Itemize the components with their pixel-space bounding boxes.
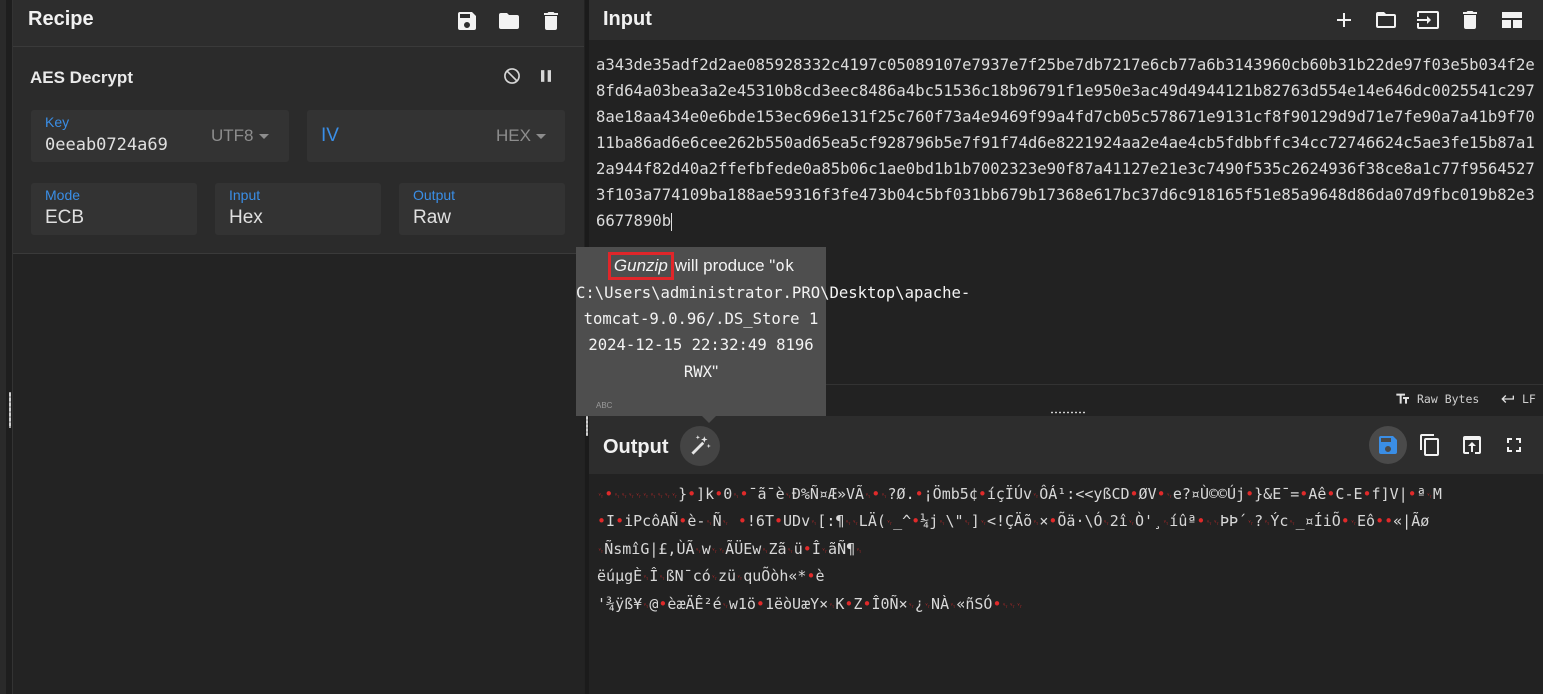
operation-title: AES Decrypt	[30, 68, 133, 87]
key-input[interactable]: 0eeab0724a69	[45, 135, 168, 155]
save-icon	[458, 12, 476, 30]
mode-value: ECB	[45, 207, 85, 228]
tooltip-operation-name[interactable]: Gunzip	[607, 252, 674, 280]
input-header: Input	[589, 0, 1543, 40]
mode-label: Mode	[45, 187, 81, 203]
maximize-output-button[interactable]	[1495, 426, 1533, 464]
recipe-title: Recipe	[28, 8, 94, 30]
input-textarea[interactable]: a343de35adf2d2ae085928332c4197c05089107e…	[596, 52, 1540, 234]
pause-operation-button[interactable]	[535, 65, 557, 87]
disable-icon	[504, 68, 520, 84]
input-content: a343de35adf2d2ae085928332c4197c05089107e…	[596, 56, 1535, 230]
key-field[interactable]: Key 0eeab0724a69 UTF8	[31, 110, 289, 162]
mode-select[interactable]: Mode ECB	[31, 183, 197, 235]
folder-icon	[499, 13, 519, 29]
input-title: Input	[603, 8, 652, 30]
magic-wand-icon	[691, 435, 711, 455]
text-size-icon	[1396, 393, 1409, 404]
copy-output-button[interactable]	[1411, 426, 1449, 464]
eol-button[interactable]: LF	[1500, 391, 1536, 407]
raw-bytes-label: Raw Bytes	[1417, 392, 1480, 406]
reset-layout-button[interactable]	[1497, 5, 1527, 35]
trash-icon	[544, 12, 558, 30]
recipe-panel: Recipe AES Decrypt Key 0eeab0724a69 UTF8	[13, 0, 584, 694]
key-label: Key	[45, 114, 70, 130]
output-format-select[interactable]: Output Raw	[399, 183, 565, 235]
input-format-select[interactable]: Input Hex	[215, 183, 381, 235]
key-encoding-dropdown[interactable]: UTF8	[211, 126, 269, 146]
output-textarea[interactable]: ␋•␋␋␋␋␋␋␋␋␋}•]k•0␋•¯ã¯è␋Ð%Ñ¤Æ»VÃ␋•␋?Ø.•¡…	[597, 482, 1537, 619]
magic-tooltip: Gunzip will produce "ok C:\Users\administ…	[576, 247, 970, 423]
output-header: Output	[589, 416, 1543, 474]
import-icon	[1417, 11, 1439, 29]
output-content: ␋•␋␋␋␋␋␋␋␋␋}•]k•0␋•¯ã¯è␋Ð%Ñ¤Æ»VÃ␋•␋?Ø.•¡…	[597, 485, 1442, 613]
load-recipe-button[interactable]	[494, 6, 524, 36]
key-encoding-label: UTF8	[211, 126, 254, 145]
input-format-label: Input	[229, 187, 261, 203]
add-icon	[1337, 13, 1351, 27]
input-format-value: Hex	[229, 207, 263, 228]
open-folder-button[interactable]	[1371, 5, 1401, 35]
disable-operation-button[interactable]	[501, 65, 523, 87]
replace-input-icon	[1463, 436, 1481, 454]
layout-icon	[1502, 12, 1522, 28]
open-file-button[interactable]	[1413, 5, 1443, 35]
chevron-down-icon	[535, 134, 546, 140]
tooltip-prefix: will produce "	[674, 256, 776, 275]
operations-scrollbar[interactable]	[0, 0, 6, 694]
output-format-label: Output	[413, 187, 456, 203]
trash-icon	[1463, 11, 1477, 29]
tooltip-arrow	[702, 416, 716, 423]
output-format-value: Raw	[413, 207, 452, 228]
divider-grip[interactable]	[586, 416, 588, 436]
chr-encoding-button[interactable]: Raw Bytes	[1395, 391, 1479, 407]
aes-decrypt-operation: AES Decrypt Key 0eeab0724a69 UTF8 IV HEX…	[13, 47, 584, 254]
tooltip-badge: ABC	[596, 401, 613, 410]
iv-encoding-dropdown[interactable]: HEX	[496, 126, 546, 146]
recipe-header: Recipe	[13, 0, 584, 47]
chevron-down-icon	[258, 134, 269, 140]
clear-input-button[interactable]	[1455, 5, 1485, 35]
maximize-icon	[1507, 438, 1521, 452]
add-input-tab-button[interactable]	[1329, 5, 1359, 35]
pause-icon	[541, 70, 551, 82]
panel-resize-handle[interactable]	[9, 392, 11, 428]
clear-recipe-button[interactable]	[536, 6, 566, 36]
copy-icon	[1420, 434, 1439, 456]
eol-label: LF	[1522, 392, 1536, 406]
save-output-button[interactable]	[1369, 426, 1407, 464]
save-recipe-button[interactable]	[452, 6, 482, 36]
pane-resize-handle[interactable]	[1050, 411, 1086, 414]
save-icon	[1379, 436, 1397, 454]
iv-encoding-label: HEX	[496, 126, 531, 145]
magic-button[interactable]	[680, 426, 720, 466]
return-icon	[1501, 395, 1514, 403]
operations-panel-edge	[0, 0, 13, 694]
tooltip-suffix: "	[712, 361, 719, 381]
output-title: Output	[603, 436, 669, 458]
iv-field[interactable]: IV HEX	[307, 110, 565, 162]
replace-input-button[interactable]	[1453, 426, 1491, 464]
folder-icon	[1376, 12, 1396, 28]
output-panel: Output ␋•␋␋␋␋␋␋␋␋␋}•]k•0␋•¯ã¯è␋Ð%Ñ¤Æ»VÃ␋…	[589, 416, 1543, 694]
iv-label: IV	[321, 125, 339, 146]
tooltip-text: Gunzip will produce "ok C:\Users\administ…	[576, 252, 970, 385]
text-cursor	[671, 212, 673, 231]
